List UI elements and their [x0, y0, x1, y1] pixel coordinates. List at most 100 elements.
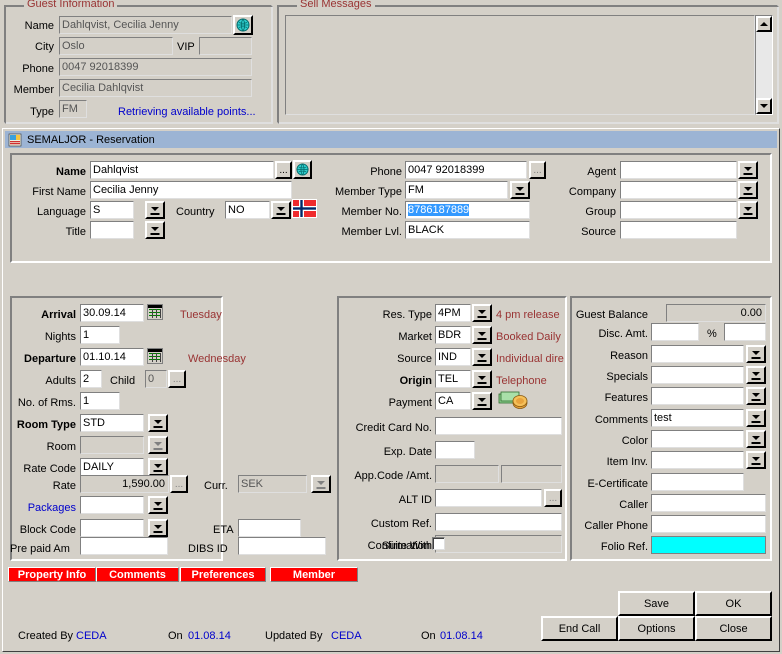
- scroll-up-button[interactable]: [756, 16, 772, 32]
- item-inv-dropdown-button[interactable]: [746, 451, 766, 469]
- booking-source-dropdown-button[interactable]: [472, 348, 492, 366]
- name-globe-icon[interactable]: [293, 160, 312, 179]
- guest-type-field[interactable]: FM: [59, 100, 87, 118]
- color-input[interactable]: [651, 430, 744, 448]
- guest-member-field[interactable]: Cecilia Dahlqvist: [59, 79, 252, 97]
- exp-date-input[interactable]: [435, 441, 475, 459]
- alt-id-lookup-button[interactable]: ...: [544, 489, 562, 507]
- custom-ref-input[interactable]: [435, 513, 562, 531]
- guest-phone-field[interactable]: 0047 92018399: [59, 58, 252, 76]
- language-input[interactable]: S: [90, 201, 134, 219]
- credit-card-input[interactable]: [435, 417, 562, 435]
- suite-with-input[interactable]: [435, 535, 562, 553]
- features-input[interactable]: [651, 387, 744, 405]
- currency-input[interactable]: SEK: [238, 475, 307, 493]
- company-dropdown-button[interactable]: [738, 181, 758, 199]
- confirmation-checkbox[interactable]: [432, 537, 445, 550]
- sell-messages-body[interactable]: [285, 15, 755, 115]
- rate-code-input[interactable]: DAILY: [80, 458, 144, 476]
- country-dropdown-button[interactable]: [271, 201, 291, 219]
- member-type-input[interactable]: FM: [405, 181, 508, 199]
- specials-dropdown-button[interactable]: [746, 366, 766, 384]
- departure-input[interactable]: 01.10.14: [80, 348, 144, 366]
- tab-property-info[interactable]: Property Info: [8, 567, 96, 582]
- comments-dropdown-button[interactable]: [746, 409, 766, 427]
- alt-id-input[interactable]: [435, 489, 542, 507]
- rate-code-dropdown-button[interactable]: [148, 458, 168, 476]
- booking-source-input[interactable]: IND: [435, 348, 471, 366]
- app-amount-input[interactable]: [501, 465, 562, 483]
- origin-dropdown-button[interactable]: [472, 370, 492, 388]
- title-dropdown-button[interactable]: [145, 221, 165, 239]
- guest-name-field[interactable]: Dahlqvist, Cecilia Jenny: [59, 16, 232, 34]
- color-dropdown-button[interactable]: [746, 430, 766, 448]
- payment-dropdown-button[interactable]: [472, 392, 492, 410]
- payment-input[interactable]: CA: [435, 392, 471, 410]
- market-input[interactable]: BDR: [435, 326, 471, 344]
- room-input[interactable]: [80, 436, 144, 454]
- source-header-input[interactable]: [620, 221, 737, 239]
- e-certificate-input[interactable]: [651, 473, 744, 491]
- tab-preferences[interactable]: Preferences: [180, 567, 266, 582]
- calendar-icon[interactable]: [147, 304, 163, 320]
- adults-input[interactable]: 2: [80, 370, 102, 388]
- res-type-dropdown-button[interactable]: [472, 304, 492, 322]
- item-inv-input[interactable]: [651, 451, 744, 469]
- child-input[interactable]: 0: [145, 370, 167, 388]
- member-type-dropdown-button[interactable]: [510, 181, 530, 199]
- caller-phone-input[interactable]: [651, 515, 766, 533]
- scroll-down-button[interactable]: [756, 98, 772, 114]
- title-input[interactable]: [90, 221, 134, 239]
- block-code-dropdown-button[interactable]: [148, 519, 168, 537]
- disc-amt-input[interactable]: [651, 323, 699, 341]
- phone-lookup-button[interactable]: ...: [529, 161, 546, 179]
- eta-input[interactable]: [238, 519, 301, 537]
- member-lvl-input[interactable]: BLACK: [405, 221, 530, 239]
- reason-input[interactable]: [651, 345, 744, 363]
- specials-input[interactable]: [651, 366, 744, 384]
- guest-vip-field[interactable]: [199, 37, 252, 55]
- market-dropdown-button[interactable]: [472, 326, 492, 344]
- tab-comments[interactable]: Comments: [96, 567, 179, 582]
- options-button[interactable]: Options: [618, 616, 695, 641]
- app-code-input[interactable]: [435, 465, 499, 483]
- tab-member[interactable]: Member: [270, 567, 358, 582]
- arrival-input[interactable]: 30.09.14: [80, 304, 144, 322]
- pre-paid-input[interactable]: [80, 537, 168, 555]
- agent-dropdown-button[interactable]: [738, 161, 758, 179]
- language-dropdown-button[interactable]: [145, 201, 165, 219]
- globe-icon[interactable]: [233, 15, 253, 35]
- no-of-rooms-input[interactable]: 1: [80, 392, 120, 410]
- end-call-button[interactable]: End Call: [541, 616, 618, 641]
- currency-dropdown-button[interactable]: [311, 475, 331, 493]
- packages-link[interactable]: Packages: [16, 502, 76, 515]
- ok-button[interactable]: OK: [695, 591, 772, 616]
- percent-input[interactable]: [724, 323, 766, 341]
- agent-input[interactable]: [620, 161, 737, 179]
- room-type-input[interactable]: STD: [80, 414, 144, 432]
- departure-calendar-icon[interactable]: [147, 348, 163, 364]
- room-type-dropdown-button[interactable]: [148, 414, 168, 432]
- nights-input[interactable]: 1: [80, 326, 120, 344]
- packages-input[interactable]: [80, 496, 144, 514]
- name-lookup-button[interactable]: ...: [275, 161, 292, 179]
- group-input[interactable]: [620, 201, 737, 219]
- guest-city-field[interactable]: Oslo: [59, 37, 173, 55]
- window-titlebar[interactable]: SEMALJOR - Reservation: [5, 131, 777, 148]
- packages-dropdown-button[interactable]: [148, 496, 168, 514]
- features-dropdown-button[interactable]: [746, 387, 766, 405]
- caller-input[interactable]: [651, 494, 766, 512]
- phone-input[interactable]: 0047 92018399: [405, 161, 527, 179]
- close-button[interactable]: Close: [695, 616, 772, 641]
- rate-input[interactable]: 1,590.00: [80, 475, 169, 493]
- origin-input[interactable]: TEL: [435, 370, 471, 388]
- country-input[interactable]: NO: [225, 201, 270, 219]
- reason-dropdown-button[interactable]: [746, 345, 766, 363]
- child-detail-button[interactable]: ...: [168, 370, 186, 388]
- room-dropdown-button[interactable]: [148, 436, 168, 454]
- dibs-id-input[interactable]: [238, 537, 326, 555]
- group-dropdown-button[interactable]: [738, 201, 758, 219]
- first-name-input[interactable]: Cecilia Jenny: [90, 181, 292, 199]
- save-button[interactable]: Save: [618, 591, 695, 616]
- rate-detail-button[interactable]: ...: [170, 475, 188, 493]
